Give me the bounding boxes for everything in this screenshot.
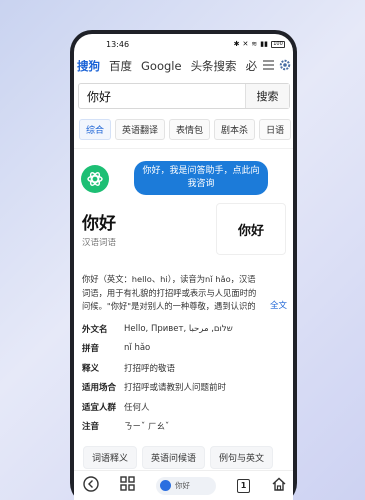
info-row: 适宜人群 任何人 [82, 397, 287, 417]
info-label: 适宜人群 [82, 402, 117, 413]
current-search-pill[interactable]: 你好 [156, 476, 216, 495]
battery-icon: 100 [271, 40, 285, 48]
info-table: 外文名 Hello, Привет, שלום, مرحبا 拼音 nǐ hǎo… [74, 315, 293, 436]
screen: 13:46 ✱ ✕ ≋ ▮▮ 100 搜狗 百度 Google 头条搜索 必 搜… [74, 34, 293, 500]
related-chip-definition[interactable]: 词语释义 [83, 446, 138, 469]
divider [74, 148, 293, 149]
tab-google[interactable]: Google [141, 59, 182, 73]
bottom-nav: 你好 1 [74, 470, 293, 500]
info-label: 释义 [82, 363, 100, 374]
grid-icon[interactable] [120, 476, 135, 495]
definition-text: 你好（英文：hello、hi），读音为nǐ hǎo，汉语词语，用于有礼貌的打招呼… [82, 274, 257, 311]
tab-baidu[interactable]: 百度 [109, 58, 132, 74]
tab-bing[interactable]: 必 [246, 58, 258, 74]
filter-chip-all[interactable]: 综合 [79, 119, 112, 140]
info-row: 释义 打招呼的敬语 [82, 358, 287, 378]
search-bar: 搜索 [78, 83, 290, 109]
info-label: 外文名 [82, 324, 108, 335]
info-value: 打招呼或请教别人问题前时 [124, 383, 227, 394]
filter-chips: 综合 英语翻译 表情包 剧本杀 日语 [74, 109, 293, 140]
info-value: nǐ hǎo [124, 343, 151, 354]
info-label: 拼音 [82, 344, 100, 355]
status-time: 13:46 [106, 39, 130, 49]
assistant-avatar-icon[interactable] [81, 165, 109, 193]
tabs-count-button[interactable]: 1 [237, 478, 250, 493]
info-value: ㄋㄧˇ ㄏㄠˇ [124, 422, 170, 433]
menu-icon[interactable] [263, 59, 275, 73]
word-subtitle: 汉语词语 [82, 238, 117, 248]
filter-chip-stickers[interactable]: 表情包 [169, 119, 211, 140]
info-label: 适用场合 [82, 383, 117, 394]
tab-toutiao[interactable]: 头条搜索 [191, 58, 237, 74]
wifi-icon: ≋ [251, 40, 258, 48]
bluetooth-icon: ✱ [233, 40, 240, 48]
word-title: 你好 [82, 214, 116, 234]
info-row: 拼音 nǐ hǎo [82, 339, 287, 359]
mute-icon: ✕ [242, 40, 249, 48]
info-value: 任何人 [124, 402, 150, 413]
character-card[interactable]: 你好 [216, 203, 286, 255]
info-row: 外文名 Hello, Привет, שלום, مرحبا [82, 319, 287, 339]
related-chips: 词语释义 英语问候语 例句与英文 [74, 436, 293, 469]
status-bar: 13:46 ✱ ✕ ≋ ▮▮ 100 [74, 34, 293, 54]
search-button[interactable]: 搜索 [245, 84, 289, 108]
search-input[interactable] [79, 89, 245, 103]
info-label: 注音 [82, 422, 100, 433]
assistant-bubble[interactable]: 你好，我是问答助手，点此向我咨询 [134, 161, 268, 195]
search-engine-tabs: 搜狗 百度 Google 头条搜索 必 [74, 54, 293, 78]
settings-gear-icon[interactable] [279, 59, 291, 74]
word-header: 你好 汉语词语 你好 [74, 203, 293, 265]
info-row: 适用场合 打招呼或请教别人问题前时 [82, 378, 287, 398]
sogou-logo-icon [160, 480, 171, 491]
tab-sogou[interactable]: 搜狗 [77, 58, 100, 74]
related-chip-greetings[interactable]: 英语问候语 [142, 446, 206, 469]
filter-chip-script[interactable]: 剧本杀 [214, 119, 256, 140]
assistant-card: 你好，我是问答助手，点此向我咨询 [74, 161, 293, 207]
back-icon[interactable] [83, 475, 99, 496]
info-value: Hello, Привет, שלום, مرحبا [124, 323, 233, 334]
filter-chip-japanese[interactable]: 日语 [259, 119, 292, 140]
home-icon[interactable] [271, 476, 287, 496]
related-chip-examples[interactable]: 例句与英文 [210, 446, 274, 469]
info-row: 注音 ㄋㄧˇ ㄏㄠˇ [82, 417, 287, 437]
signal-icon: ▮▮ [260, 40, 268, 48]
current-search-text: 你好 [175, 481, 190, 490]
filter-chip-translate[interactable]: 英语翻译 [115, 119, 166, 140]
definition: 你好（英文：hello、hi），读音为nǐ hǎo，汉语词语，用于有礼貌的打招呼… [74, 265, 293, 315]
info-value: 打招呼的敬语 [124, 363, 176, 374]
read-more-link[interactable]: 全文 [266, 300, 287, 314]
